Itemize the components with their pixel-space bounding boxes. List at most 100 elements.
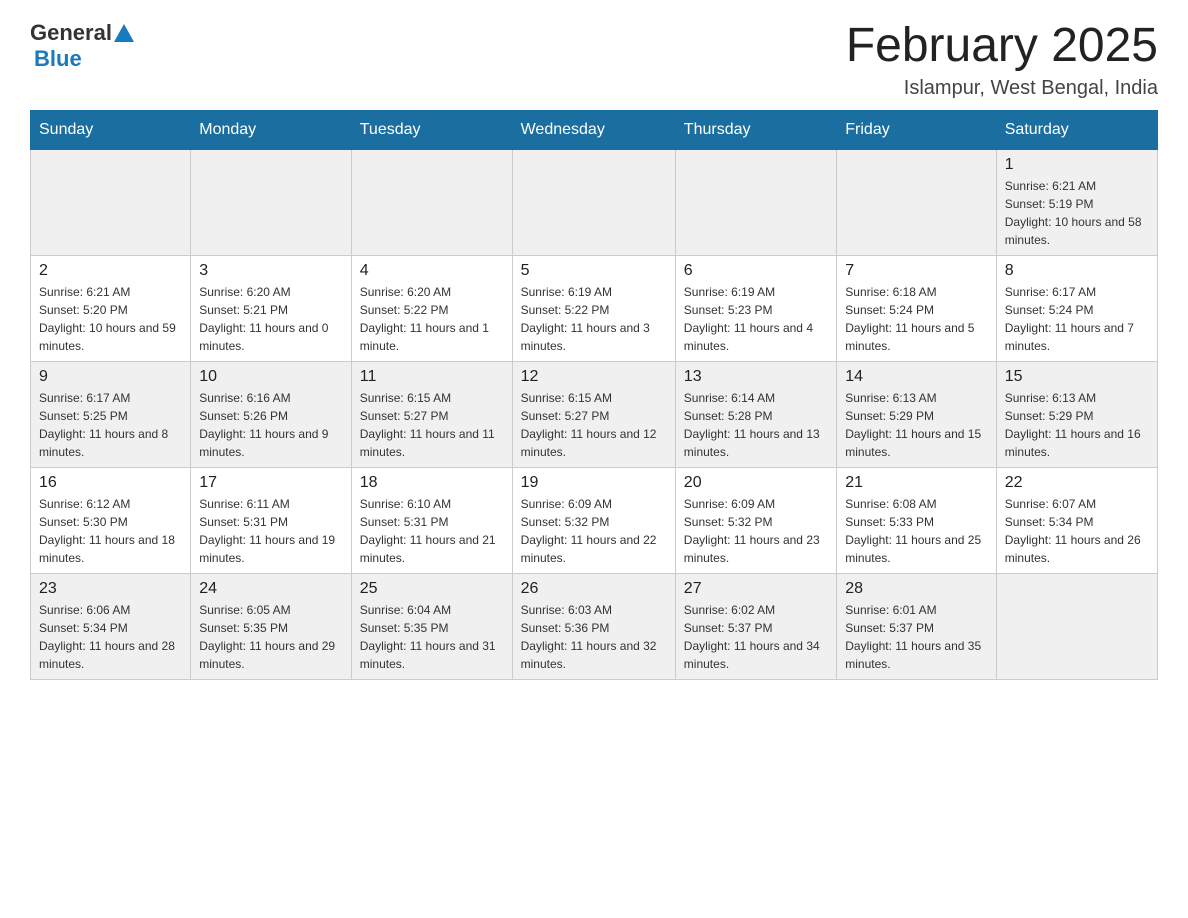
day-info: Sunrise: 6:16 AMSunset: 5:26 PMDaylight:…	[199, 389, 343, 461]
calendar-day-cell: 13 Sunrise: 6:14 AMSunset: 5:28 PMDayligh…	[675, 361, 836, 467]
day-info: Sunrise: 6:06 AMSunset: 5:34 PMDaylight:…	[39, 601, 182, 673]
calendar-day-cell: 21 Sunrise: 6:08 AMSunset: 5:33 PMDayligh…	[837, 467, 996, 573]
day-info: Sunrise: 6:09 AMSunset: 5:32 PMDaylight:…	[684, 495, 828, 567]
calendar-day-cell: 23Sunrise: 6:06 AMSunset: 5:34 PMDayligh…	[31, 573, 191, 679]
calendar-week-row: 9Sunrise: 6:17 AMSunset: 5:25 PMDaylight…	[31, 361, 1158, 467]
month-title: February 2025	[846, 20, 1158, 73]
calendar-day-cell: 2 Sunrise: 6:21 AMSunset: 5:20 PMDaylight…	[31, 255, 191, 361]
calendar-day-cell: 16 Sunrise: 6:12 AMSunset: 5:30 PMDayligh…	[31, 467, 191, 573]
weekday-header-tuesday: Tuesday	[351, 110, 512, 149]
calendar-day-cell	[351, 149, 512, 255]
weekday-header-sunday: Sunday	[31, 110, 191, 149]
calendar-day-cell: 20 Sunrise: 6:09 AMSunset: 5:32 PMDayligh…	[675, 467, 836, 573]
calendar-table: SundayMondayTuesdayWednesdayThursdayFrid…	[30, 110, 1158, 680]
logo-general-text: General	[30, 20, 112, 46]
day-info: Sunrise: 6:15 AMSunset: 5:27 PMDaylight:…	[360, 389, 504, 461]
day-info: Sunrise: 6:20 AMSunset: 5:22 PMDaylight:…	[360, 283, 504, 355]
calendar-day-cell: 25 Sunrise: 6:04 AMSunset: 5:35 PMDayligh…	[351, 573, 512, 679]
calendar-day-cell	[996, 573, 1157, 679]
calendar-day-cell: 24 Sunrise: 6:05 AMSunset: 5:35 PMDayligh…	[191, 573, 352, 679]
weekday-header-saturday: Saturday	[996, 110, 1157, 149]
weekday-header-friday: Friday	[837, 110, 996, 149]
day-number: 21	[845, 474, 987, 492]
day-number: 6	[684, 262, 828, 280]
day-info: Sunrise: 6:12 AMSunset: 5:30 PMDaylight:…	[39, 495, 182, 567]
calendar-day-cell	[675, 149, 836, 255]
day-info: Sunrise: 6:08 AMSunset: 5:33 PMDaylight:…	[845, 495, 987, 567]
day-info: Sunrise: 6:18 AMSunset: 5:24 PMDaylight:…	[845, 283, 987, 355]
calendar-day-cell: 10Sunrise: 6:16 AMSunset: 5:26 PMDayligh…	[191, 361, 352, 467]
day-number: 26	[521, 580, 667, 598]
day-info: Sunrise: 6:05 AMSunset: 5:35 PMDaylight:…	[199, 601, 343, 673]
logo-blue-text: Blue	[34, 46, 134, 72]
calendar-day-cell	[31, 149, 191, 255]
day-info: Sunrise: 6:21 AMSunset: 5:19 PMDaylight:…	[1005, 177, 1149, 249]
day-number: 28	[845, 580, 987, 598]
day-info: Sunrise: 6:15 AMSunset: 5:27 PMDaylight:…	[521, 389, 667, 461]
calendar-day-cell: 14 Sunrise: 6:13 AMSunset: 5:29 PMDayligh…	[837, 361, 996, 467]
calendar-day-cell: 15Sunrise: 6:13 AMSunset: 5:29 PMDayligh…	[996, 361, 1157, 467]
day-info: Sunrise: 6:07 AMSunset: 5:34 PMDaylight:…	[1005, 495, 1149, 567]
day-number: 13	[684, 368, 828, 386]
calendar-day-cell: 28 Sunrise: 6:01 AMSunset: 5:37 PMDayligh…	[837, 573, 996, 679]
title-section: February 2025 Islampur, West Bengal, Ind…	[846, 20, 1158, 100]
page-header: General Blue February 2025 Islampur, Wes…	[30, 20, 1158, 100]
day-number: 20	[684, 474, 828, 492]
day-info: Sunrise: 6:13 AMSunset: 5:29 PMDaylight:…	[845, 389, 987, 461]
calendar-day-cell: 27 Sunrise: 6:02 AMSunset: 5:37 PMDayligh…	[675, 573, 836, 679]
calendar-day-cell: 19Sunrise: 6:09 AMSunset: 5:32 PMDayligh…	[512, 467, 675, 573]
location-text: Islampur, West Bengal, India	[846, 77, 1158, 100]
day-info: Sunrise: 6:21 AMSunset: 5:20 PMDaylight:…	[39, 283, 182, 355]
calendar-week-row: 23Sunrise: 6:06 AMSunset: 5:34 PMDayligh…	[31, 573, 1158, 679]
calendar-week-row: 2 Sunrise: 6:21 AMSunset: 5:20 PMDaylight…	[31, 255, 1158, 361]
calendar-day-cell: 1 Sunrise: 6:21 AMSunset: 5:19 PMDaylight…	[996, 149, 1157, 255]
calendar-day-cell: 17 Sunrise: 6:11 AMSunset: 5:31 PMDayligh…	[191, 467, 352, 573]
day-number: 14	[845, 368, 987, 386]
day-info: Sunrise: 6:01 AMSunset: 5:37 PMDaylight:…	[845, 601, 987, 673]
day-number: 7	[845, 262, 987, 280]
day-number: 25	[360, 580, 504, 598]
day-info: Sunrise: 6:20 AMSunset: 5:21 PMDaylight:…	[199, 283, 343, 355]
calendar-day-cell: 5Sunrise: 6:19 AMSunset: 5:22 PMDaylight…	[512, 255, 675, 361]
logo: General Blue	[30, 20, 134, 72]
day-number: 12	[521, 368, 667, 386]
calendar-day-cell: 8 Sunrise: 6:17 AMSunset: 5:24 PMDaylight…	[996, 255, 1157, 361]
calendar-day-cell: 6 Sunrise: 6:19 AMSunset: 5:23 PMDaylight…	[675, 255, 836, 361]
calendar-day-cell: 18Sunrise: 6:10 AMSunset: 5:31 PMDayligh…	[351, 467, 512, 573]
day-number: 1	[1005, 156, 1149, 174]
day-number: 27	[684, 580, 828, 598]
day-info: Sunrise: 6:13 AMSunset: 5:29 PMDaylight:…	[1005, 389, 1149, 461]
day-number: 11	[360, 368, 504, 386]
day-info: Sunrise: 6:19 AMSunset: 5:23 PMDaylight:…	[684, 283, 828, 355]
day-info: Sunrise: 6:09 AMSunset: 5:32 PMDaylight:…	[521, 495, 667, 567]
calendar-day-cell	[512, 149, 675, 255]
calendar-day-cell: 12 Sunrise: 6:15 AMSunset: 5:27 PMDayligh…	[512, 361, 675, 467]
day-number: 8	[1005, 262, 1149, 280]
day-number: 17	[199, 474, 343, 492]
day-info: Sunrise: 6:10 AMSunset: 5:31 PMDaylight:…	[360, 495, 504, 567]
day-info: Sunrise: 6:17 AMSunset: 5:24 PMDaylight:…	[1005, 283, 1149, 355]
day-number: 4	[360, 262, 504, 280]
day-number: 24	[199, 580, 343, 598]
weekday-header-row: SundayMondayTuesdayWednesdayThursdayFrid…	[31, 110, 1158, 149]
day-number: 2	[39, 262, 182, 280]
day-info: Sunrise: 6:02 AMSunset: 5:37 PMDaylight:…	[684, 601, 828, 673]
calendar-day-cell: 9Sunrise: 6:17 AMSunset: 5:25 PMDaylight…	[31, 361, 191, 467]
calendar-day-cell: 26Sunrise: 6:03 AMSunset: 5:36 PMDayligh…	[512, 573, 675, 679]
day-info: Sunrise: 6:04 AMSunset: 5:35 PMDaylight:…	[360, 601, 504, 673]
calendar-week-row: 16 Sunrise: 6:12 AMSunset: 5:30 PMDayligh…	[31, 467, 1158, 573]
day-number: 16	[39, 474, 182, 492]
calendar-day-cell: 3 Sunrise: 6:20 AMSunset: 5:21 PMDaylight…	[191, 255, 352, 361]
day-info: Sunrise: 6:11 AMSunset: 5:31 PMDaylight:…	[199, 495, 343, 567]
day-info: Sunrise: 6:19 AMSunset: 5:22 PMDaylight:…	[521, 283, 667, 355]
day-number: 22	[1005, 474, 1149, 492]
weekday-header-monday: Monday	[191, 110, 352, 149]
calendar-week-row: 1 Sunrise: 6:21 AMSunset: 5:19 PMDaylight…	[31, 149, 1158, 255]
day-number: 3	[199, 262, 343, 280]
calendar-day-cell: 4 Sunrise: 6:20 AMSunset: 5:22 PMDaylight…	[351, 255, 512, 361]
logo-triangle-icon	[114, 24, 134, 42]
calendar-day-cell: 22 Sunrise: 6:07 AMSunset: 5:34 PMDayligh…	[996, 467, 1157, 573]
day-info: Sunrise: 6:14 AMSunset: 5:28 PMDaylight:…	[684, 389, 828, 461]
calendar-day-cell: 11 Sunrise: 6:15 AMSunset: 5:27 PMDayligh…	[351, 361, 512, 467]
calendar-day-cell	[191, 149, 352, 255]
